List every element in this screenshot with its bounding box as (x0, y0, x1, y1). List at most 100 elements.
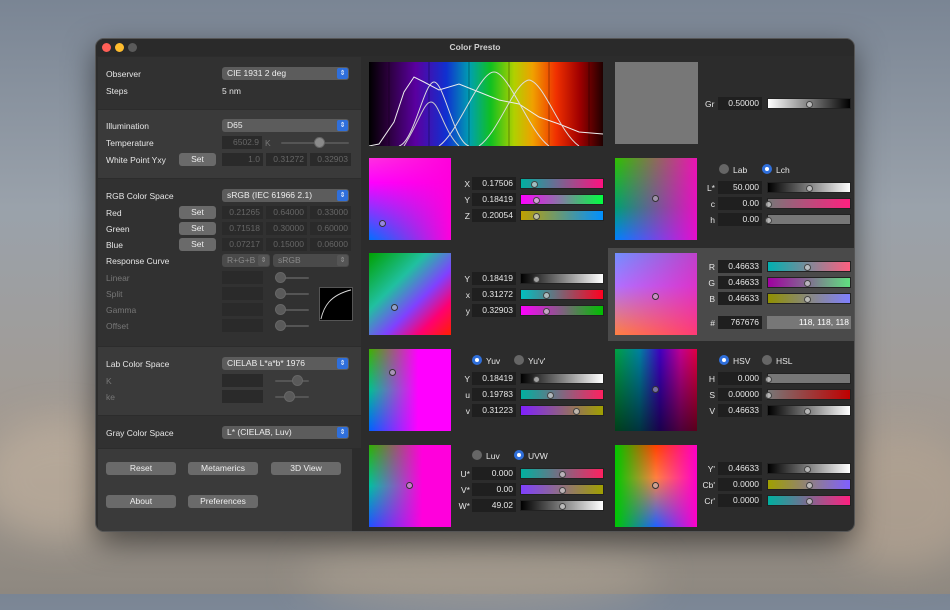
rgb-R-slider[interactable] (767, 261, 851, 272)
yxy-y-slider[interactable] (520, 305, 604, 316)
about-button[interactable]: About (106, 495, 176, 508)
rgb-G-slider[interactable] (767, 277, 851, 288)
xyz-Y-field[interactable]: 0.18419 (472, 193, 516, 206)
lch-L-field[interactable]: 50.000 (718, 181, 762, 194)
split-slider[interactable] (275, 288, 286, 299)
lch-L-slider[interactable] (767, 182, 851, 193)
red-set-button[interactable]: Set (179, 206, 216, 219)
temperature-field[interactable]: 6502.9 (222, 136, 262, 149)
xyz-X-field[interactable]: 0.17506 (472, 177, 516, 190)
hsv-color-map[interactable] (615, 349, 697, 431)
3d-view-button[interactable]: 3D View (271, 462, 341, 475)
lab-radio[interactable] (719, 164, 729, 174)
blue-set-button[interactable]: Set (179, 238, 216, 251)
observer-popup[interactable]: CIE 1931 2 deg ⇕ (222, 67, 349, 80)
uvw-V-field[interactable]: 0.00 (472, 483, 516, 496)
ycbcr-picker-dot[interactable] (652, 482, 659, 489)
yuv-v-field[interactable]: 0.31223 (472, 404, 516, 417)
ycbcr-color-map[interactable] (615, 445, 697, 527)
luv-radio[interactable] (472, 450, 482, 460)
xyz-picker-dot[interactable] (379, 220, 386, 227)
rgb-picker-dot[interactable] (652, 293, 659, 300)
hsv-H-slider[interactable] (765, 373, 851, 384)
ycbcr-Cr-slider[interactable] (767, 495, 851, 506)
red-Y-field[interactable]: 0.21265 (222, 206, 263, 219)
hsv-V-slider[interactable] (767, 405, 851, 416)
yxy-color-map[interactable] (369, 253, 451, 335)
red-y-field[interactable]: 0.33000 (310, 206, 351, 219)
preferences-button[interactable]: Preferences (188, 495, 258, 508)
uvw-U-slider[interactable] (520, 468, 604, 479)
hsv-H-field[interactable]: 0.000 (718, 372, 762, 385)
yuv-color-map[interactable] (369, 349, 451, 431)
xyz-color-map[interactable] (369, 158, 451, 240)
hsl-radio[interactable] (762, 355, 772, 365)
xyz-Z-slider[interactable] (520, 210, 604, 221)
linear-field[interactable] (222, 271, 263, 284)
hex-field[interactable]: 767676 (718, 316, 762, 329)
reset-button[interactable]: Reset (106, 462, 176, 475)
rgb-space-popup[interactable]: sRGB (IEC 61966 2.1) ⇕ (222, 189, 349, 202)
spectrum-plot[interactable] (369, 62, 603, 146)
offset-field[interactable] (222, 319, 263, 332)
green-y-field[interactable]: 0.60000 (310, 222, 351, 235)
curve-channel-popup[interactable]: R+G+B ⇕ (222, 254, 270, 267)
ycbcr-Cb-field[interactable]: 0.0000 (718, 478, 762, 491)
illumination-popup[interactable]: D65 ⇕ (222, 119, 349, 132)
split-field[interactable] (222, 287, 263, 300)
zoom-window-button[interactable] (128, 43, 137, 52)
yxy-y-field[interactable]: 0.32903 (472, 304, 516, 317)
xyz-Y-slider[interactable] (520, 194, 604, 205)
yupvp-radio[interactable] (514, 355, 524, 365)
temperature-slider[interactable] (314, 137, 325, 148)
uvw-picker-dot[interactable] (406, 482, 413, 489)
blue-Y-field[interactable]: 0.07217 (222, 238, 263, 251)
k-field[interactable] (222, 374, 263, 387)
white-point-x-field[interactable]: 0.31272 (266, 153, 307, 166)
linear-slider[interactable] (275, 272, 286, 283)
minimize-window-button[interactable] (115, 43, 124, 52)
hsv-S-slider[interactable] (765, 389, 851, 400)
hsv-S-field[interactable]: 0.00000 (718, 388, 762, 401)
uvw-color-map[interactable] (369, 445, 451, 527)
offset-slider[interactable] (275, 320, 286, 331)
curve-type-popup[interactable]: sRGB ⇕ (273, 254, 349, 267)
yxy-Y-field[interactable]: 0.18419 (472, 272, 516, 285)
green-set-button[interactable]: Set (179, 222, 216, 235)
yuv-radio[interactable] (472, 355, 482, 365)
green-x-field[interactable]: 0.30000 (266, 222, 307, 235)
rgb-G-field[interactable]: 0.46633 (718, 276, 762, 289)
xyz-Z-field[interactable]: 0.20054 (472, 209, 516, 222)
gray-level-field[interactable]: 0.50000 (718, 97, 762, 110)
red-x-field[interactable]: 0.64000 (266, 206, 307, 219)
lch-h-field[interactable]: 0.00 (718, 213, 762, 226)
yuv-u-slider[interactable] (520, 389, 604, 400)
yuv-Y-slider[interactable] (520, 373, 604, 384)
lch-radio[interactable] (762, 164, 772, 174)
rgb-R-field[interactable]: 0.46633 (718, 260, 762, 273)
yuv-v-slider[interactable] (520, 405, 604, 416)
yxy-x-field[interactable]: 0.31272 (472, 288, 516, 301)
rgb-B-slider[interactable] (767, 293, 851, 304)
lch-c-slider[interactable] (765, 198, 851, 209)
lch-color-map[interactable] (615, 158, 697, 240)
lch-picker-dot[interactable] (652, 195, 659, 202)
ke-field[interactable] (222, 390, 263, 403)
hsv-radio[interactable] (719, 355, 729, 365)
green-Y-field[interactable]: 0.71518 (222, 222, 263, 235)
white-point-y-field[interactable]: 0.32903 (310, 153, 351, 166)
uvw-radio[interactable] (514, 450, 524, 460)
gamma-slider[interactable] (275, 304, 286, 315)
lch-h-slider[interactable] (765, 214, 851, 225)
lch-c-field[interactable]: 0.00 (718, 197, 762, 210)
uvw-W-slider[interactable] (520, 500, 604, 511)
yuv-picker-dot[interactable] (389, 369, 396, 376)
white-point-set-button[interactable]: Set (179, 153, 216, 166)
metamerics-button[interactable]: Metamerics (188, 462, 258, 475)
yuv-Y-field[interactable]: 0.18419 (472, 372, 516, 385)
yxy-Y-slider[interactable] (520, 273, 604, 284)
uvw-W-field[interactable]: 49.02 (472, 499, 516, 512)
k-slider[interactable] (292, 375, 303, 386)
gamma-field[interactable] (222, 303, 263, 316)
white-point-Y-field[interactable]: 1.0 (222, 153, 263, 166)
